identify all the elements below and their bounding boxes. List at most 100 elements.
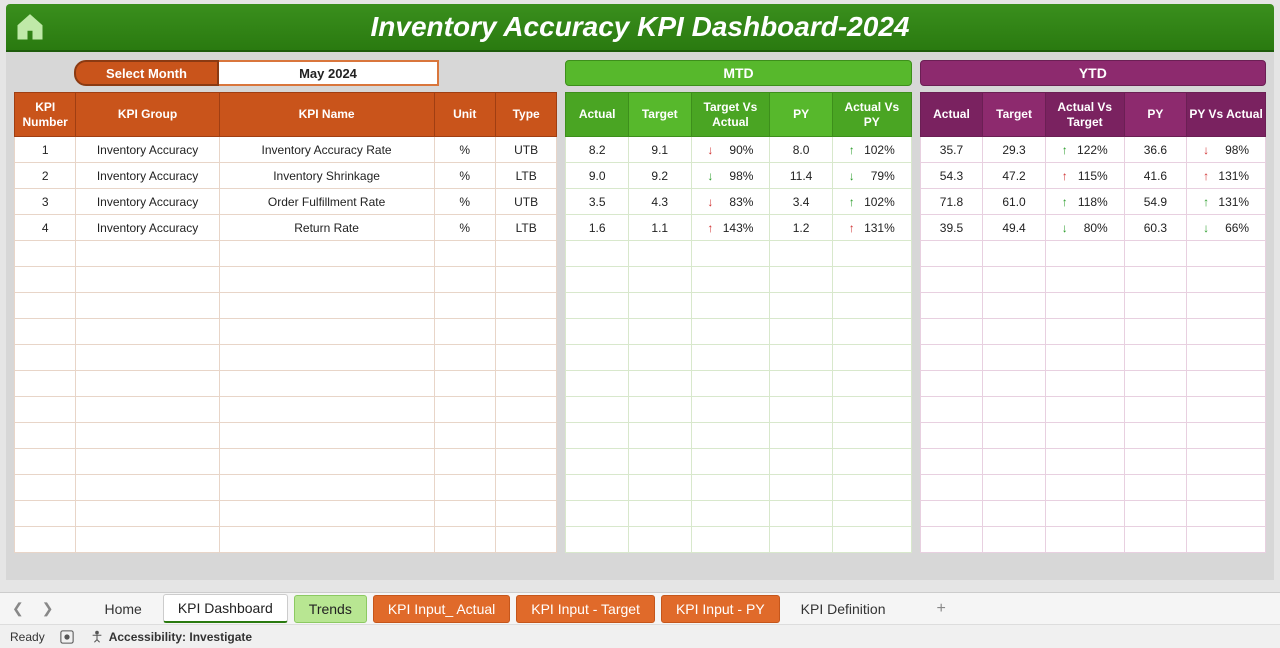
table-row[interactable] [15,267,557,293]
table-row[interactable] [15,241,557,267]
col-ytd-pva: PY Vs Actual [1187,93,1266,137]
table-row[interactable] [920,397,1265,423]
table-row[interactable]: 2Inventory AccuracyInventory Shrinkage%L… [15,163,557,189]
cell-kpi-name: Return Rate [219,215,434,241]
home-icon[interactable] [14,11,46,43]
table-row[interactable] [566,371,911,397]
macro-recorder-icon[interactable] [59,629,75,645]
cell-mtd-py: 1.2 [770,215,833,241]
table-row[interactable] [566,449,911,475]
table-row[interactable] [15,371,557,397]
table-row[interactable] [566,397,911,423]
table-row[interactable] [15,397,557,423]
table-row[interactable] [566,475,911,501]
col-ytd-avt: Actual Vs Target [1045,93,1124,137]
tab-kpi-input-actual[interactable]: KPI Input_ Actual [373,595,510,623]
table-row[interactable]: 9.09.2↓98%11.4↓79% [566,163,911,189]
cell-ytd-pva: ↓98% [1187,137,1266,163]
table-row[interactable] [920,527,1265,553]
table-row[interactable] [15,319,557,345]
cell-kpi-group: Inventory Accuracy [76,215,219,241]
table-row[interactable] [920,293,1265,319]
cell-mtd-avpy: ↑131% [832,215,911,241]
table-row[interactable] [15,527,557,553]
status-ready: Ready [10,630,45,644]
cell-ytd-py: 60.3 [1124,215,1187,241]
ytd-band: YTD [920,60,1266,86]
cell-type: UTB [495,189,556,215]
cell-ytd-py: 54.9 [1124,189,1187,215]
table-row[interactable]: 8.29.1↓90%8.0↑102% [566,137,911,163]
tab-nav-prev[interactable]: ❮ [12,600,24,617]
cell-unit: % [434,163,495,189]
status-bar: Ready Accessibility: Investigate [0,624,1280,648]
table-row[interactable] [15,345,557,371]
tab-kpi-input-target[interactable]: KPI Input - Target [516,595,655,623]
table-row[interactable]: 3Inventory AccuracyOrder Fulfillment Rat… [15,189,557,215]
table-row[interactable] [920,319,1265,345]
cell-ytd-py: 41.6 [1124,163,1187,189]
table-row[interactable] [920,501,1265,527]
cell-mtd-py: 3.4 [770,189,833,215]
cell-kpi-name: Inventory Accuracy Rate [219,137,434,163]
add-sheet-button[interactable]: + [937,600,946,618]
tab-kpi-input-py[interactable]: KPI Input - PY [661,595,780,623]
cell-mtd-avpy: ↑102% [832,137,911,163]
cell-mtd-avpy: ↑102% [832,189,911,215]
cell-ytd-avt: ↑118% [1045,189,1124,215]
table-row[interactable]: 1.61.1↑143%1.2↑131% [566,215,911,241]
table-row[interactable] [15,423,557,449]
cell-kpi-number: 4 [15,215,76,241]
table-row[interactable]: 35.729.3↑122%36.6↓98% [920,137,1265,163]
tab-trends[interactable]: Trends [294,595,367,623]
table-row[interactable] [566,423,911,449]
tab-kpi-definition[interactable]: KPI Definition [786,595,901,623]
table-row[interactable] [920,371,1265,397]
table-row[interactable] [920,475,1265,501]
table-row[interactable] [920,267,1265,293]
table-row[interactable]: 4Inventory AccuracyReturn Rate%LTB [15,215,557,241]
month-dropdown[interactable]: May 2024 [219,60,439,86]
cell-ytd-actual: 71.8 [920,189,983,215]
accessibility-icon[interactable] [89,629,105,645]
table-row[interactable] [920,241,1265,267]
table-row[interactable] [566,527,911,553]
table-row[interactable] [566,267,911,293]
page-title: Inventory Accuracy KPI Dashboard-2024 [46,11,1274,43]
tab-nav-next[interactable]: ❯ [42,600,54,617]
table-row[interactable] [566,241,911,267]
table-row[interactable] [920,345,1265,371]
tab-home[interactable]: Home [89,595,156,623]
cell-ytd-target: 49.4 [983,215,1046,241]
dashboard-body: Select Month May 2024 KPI Number KPI Gro… [6,52,1274,580]
table-row[interactable]: 54.347.2↑115%41.6↑131% [920,163,1265,189]
table-row[interactable] [15,501,557,527]
table-row[interactable] [15,293,557,319]
table-row[interactable] [15,475,557,501]
cell-mtd-actual: 3.5 [566,189,629,215]
table-row[interactable] [566,293,911,319]
table-row[interactable] [920,423,1265,449]
table-row[interactable]: 1Inventory AccuracyInventory Accuracy Ra… [15,137,557,163]
ytd-table: Actual Target Actual Vs Target PY PY Vs … [920,92,1266,553]
col-ytd-py: PY [1124,93,1187,137]
table-row[interactable] [566,345,911,371]
table-row[interactable] [566,501,911,527]
cell-ytd-py: 36.6 [1124,137,1187,163]
cell-mtd-target: 9.1 [628,137,691,163]
table-row[interactable] [920,449,1265,475]
cell-kpi-name: Inventory Shrinkage [219,163,434,189]
table-row[interactable] [566,319,911,345]
status-accessibility: Accessibility: Investigate [109,630,252,644]
cell-mtd-actual: 8.2 [566,137,629,163]
cell-kpi-group: Inventory Accuracy [76,189,219,215]
cell-mtd-tva: ↓98% [691,163,770,189]
table-row[interactable] [15,449,557,475]
tab-kpi-dashboard[interactable]: KPI Dashboard [163,594,288,623]
kpi-table: KPI Number KPI Group KPI Name Unit Type … [14,92,557,553]
table-row[interactable]: 71.861.0↑118%54.9↑131% [920,189,1265,215]
table-row[interactable]: 3.54.3↓83%3.4↑102% [566,189,911,215]
table-row[interactable]: 39.549.4↓80%60.3↓66% [920,215,1265,241]
kpi-definition-panel: Select Month May 2024 KPI Number KPI Gro… [14,60,557,580]
col-mtd-avpy: Actual Vs PY [832,93,911,137]
